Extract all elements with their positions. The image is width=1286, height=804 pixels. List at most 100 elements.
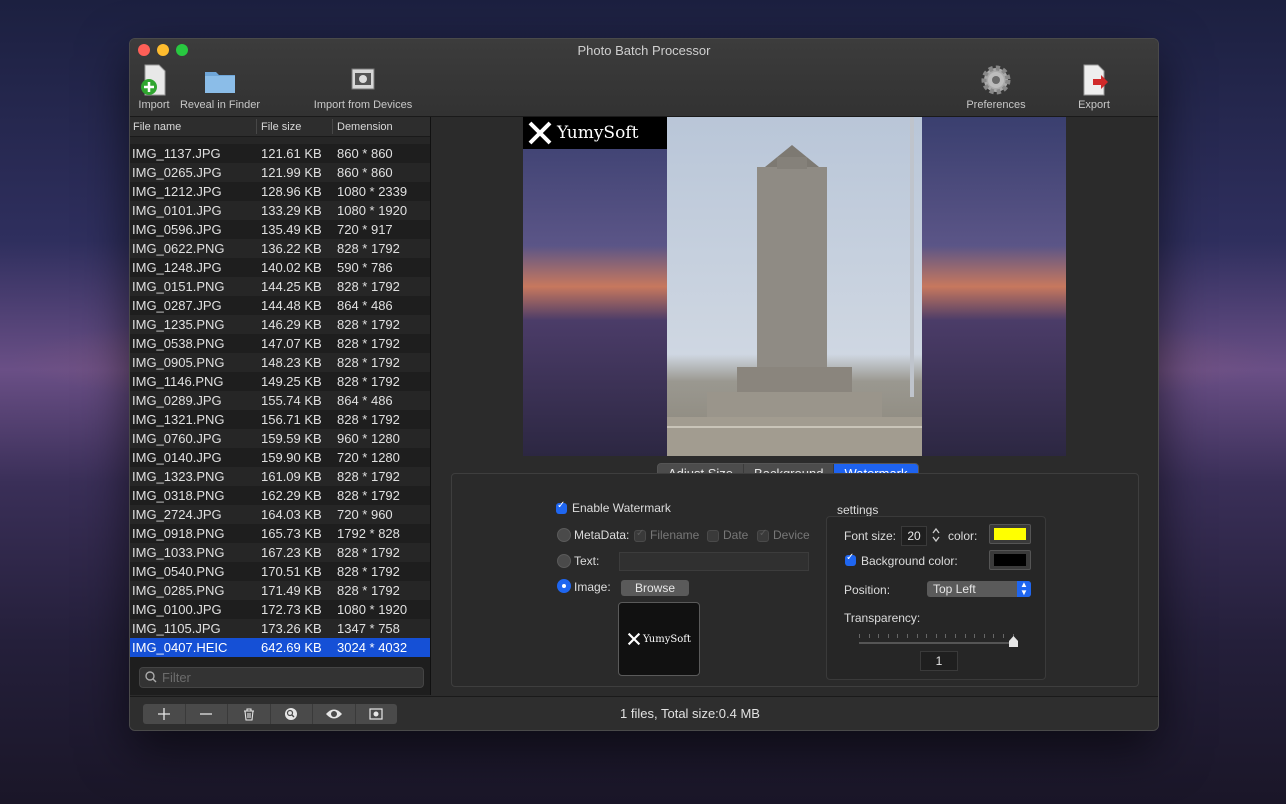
file-name-cell: IMG_0100.JPG: [132, 602, 222, 617]
file-size-cell: 172.73 KB: [261, 602, 322, 617]
table-row[interactable]: IMG_0905.PNG 148.23 KB 828 * 1792: [130, 353, 430, 372]
font-color-swatch[interactable]: [989, 524, 1031, 544]
table-row[interactable]: IMG_0287.JPG 144.48 KB 864 * 486: [130, 296, 430, 315]
thumbnail-text: YumySoft: [643, 633, 691, 645]
file-name-cell: IMG_0101.JPG: [132, 203, 222, 218]
table-row[interactable]: IMG_1235.PNG 146.29 KB 828 * 1792: [130, 315, 430, 334]
file-size-cell: 173.26 KB: [261, 621, 322, 636]
slider-tick: [955, 634, 956, 638]
file-name-cell: IMG_1212.JPG: [132, 184, 222, 199]
filename-checkbox[interactable]: [634, 528, 646, 542]
image-radio[interactable]: [557, 579, 571, 593]
status-text: 1 files, Total size:0.4 MB: [620, 706, 760, 721]
dimension-cell: 828 * 1792: [337, 545, 400, 560]
table-row[interactable]: IMG_0285.PNG 171.49 KB 828 * 1792: [130, 581, 430, 600]
background-color-checkbox[interactable]: [845, 552, 856, 566]
dimension-cell: 828 * 1792: [337, 279, 400, 294]
watermark-image-thumbnail[interactable]: YumySoft: [618, 602, 700, 676]
import-button[interactable]: Import: [136, 63, 172, 111]
enable-watermark-checkbox[interactable]: [556, 500, 567, 514]
file-size-cell: 144.48 KB: [261, 298, 322, 313]
table-row[interactable]: IMG_0540.PNG 170.51 KB 828 * 1792: [130, 562, 430, 581]
table-row[interactable]: IMG_1137.JPG 121.61 KB 860 * 860: [130, 144, 430, 163]
export-button[interactable]: Export: [1070, 63, 1118, 111]
slider-tick: [935, 634, 937, 638]
slider-tick: [993, 634, 995, 638]
table-row[interactable]: IMG_0760.JPG 159.59 KB 960 * 1280: [130, 429, 430, 448]
transparency-slider-knob[interactable]: [1009, 636, 1018, 647]
file-name-cell: IMG_1105.JPG: [132, 621, 221, 636]
table-row[interactable]: IMG_0151.PNG 144.25 KB 828 * 1792: [130, 277, 430, 296]
table-row[interactable]: IMG_1323.PNG 161.09 KB 828 * 1792: [130, 467, 430, 486]
table-row[interactable]: IMG_0101.JPG 133.29 KB 1080 * 1920: [130, 201, 430, 220]
background-color-swatch[interactable]: [989, 550, 1031, 570]
position-select[interactable]: Top Left ▲ ▼: [927, 581, 1031, 597]
table-row[interactable]: IMG_1212.JPG 128.96 KB 1080 * 2339: [130, 182, 430, 201]
file-name-cell: IMG_0760.JPG: [132, 431, 222, 446]
import-device-button[interactable]: [356, 704, 398, 724]
dimension-cell: 720 * 917: [337, 222, 393, 237]
delete-button[interactable]: [228, 704, 271, 724]
watermark-text-input[interactable]: [619, 552, 809, 571]
dimension-cell: 828 * 1792: [337, 412, 400, 427]
yumysoft-logo-icon: [627, 632, 641, 646]
column-header-dimension[interactable]: Demension: [337, 121, 393, 133]
table-row[interactable]: IMG_2724.JPG 164.03 KB 720 * 960: [130, 505, 430, 524]
file-name-cell: IMG_2724.JPG: [132, 507, 222, 522]
eye-icon: [325, 709, 342, 719]
file-name-cell: IMG_1323.PNG: [132, 469, 225, 484]
table-row[interactable]: IMG_0407.HEIC 642.69 KB 3024 * 4032: [130, 638, 430, 657]
table-row[interactable]: IMG_1248.JPG 140.02 KB 590 * 786: [130, 258, 430, 277]
remove-button[interactable]: [186, 704, 228, 724]
table-row[interactable]: IMG_1146.PNG 149.25 KB 828 * 1792: [130, 372, 430, 391]
transparency-slider-track[interactable]: [859, 642, 1017, 644]
file-name-cell: IMG_0289.JPG: [132, 393, 222, 408]
file-size-cell: 170.51 KB: [261, 564, 322, 579]
slider-tick: [964, 634, 966, 638]
column-header-file-name[interactable]: File name: [133, 121, 181, 133]
file-size-cell: 159.90 KB: [261, 450, 322, 465]
table-row[interactable]: IMG_0140.JPG 159.90 KB 720 * 1280: [130, 448, 430, 467]
dimension-cell: 864 * 486: [337, 298, 393, 313]
metadata-radio[interactable]: [557, 528, 571, 542]
table-row[interactable]: IMG_1033.PNG 167.23 KB 828 * 1792: [130, 543, 430, 562]
image-preview: YumySoft: [523, 117, 1066, 456]
preview-button[interactable]: [313, 704, 356, 724]
column-header-file-size[interactable]: File size: [261, 121, 301, 133]
table-row[interactable]: IMG_0596.JPG 135.49 KB 720 * 917: [130, 220, 430, 239]
reveal-in-finder-button[interactable]: Reveal in Finder: [177, 63, 263, 111]
file-name-cell: IMG_0151.PNG: [132, 279, 225, 294]
import-from-devices-button[interactable]: Import from Devices: [308, 63, 418, 111]
browse-button[interactable]: Browse: [621, 580, 689, 596]
font-size-input[interactable]: 20: [901, 526, 927, 546]
slider-tick: [859, 634, 860, 638]
table-row[interactable]: IMG_0622.PNG 136.22 KB 828 * 1792: [130, 239, 430, 258]
table-row[interactable]: IMG_0318.PNG 162.29 KB 828 * 1792: [130, 486, 430, 505]
table-row[interactable]: IMG_0100.JPG 172.73 KB 1080 * 1920: [130, 600, 430, 619]
table-row[interactable]: IMG_1105.JPG 173.26 KB 1347 * 758: [130, 619, 430, 638]
slider-tick: [974, 634, 976, 638]
table-row[interactable]: IMG_0538.PNG 147.07 KB 828 * 1792: [130, 334, 430, 353]
settings-box: Font size: 20 color: Background color: P…: [826, 516, 1046, 680]
table-row[interactable]: IMG_0918.PNG 165.73 KB 1792 * 828: [130, 524, 430, 543]
dimension-cell: 828 * 1792: [337, 564, 400, 579]
preferences-button[interactable]: Preferences: [962, 63, 1030, 111]
date-checkbox[interactable]: [707, 530, 719, 542]
file-name-cell: IMG_0540.PNG: [132, 564, 225, 579]
file-list-rows: IMG_1137.JPG 121.61 KB 860 * 860 IMG_0265.J…: [130, 137, 430, 669]
filter-field[interactable]: Filter: [139, 667, 424, 688]
file-size-cell: 162.29 KB: [261, 488, 322, 503]
transparency-value[interactable]: 1: [920, 651, 958, 671]
text-radio[interactable]: [557, 554, 571, 568]
device-checkbox[interactable]: [757, 528, 769, 542]
table-row[interactable]: IMG_0289.JPG 155.74 KB 864 * 486: [130, 391, 430, 410]
zoom-button[interactable]: [271, 704, 313, 724]
add-button[interactable]: [143, 704, 186, 724]
import-icon: [141, 64, 166, 96]
zoom-icon: [285, 708, 298, 720]
font-size-stepper[interactable]: [931, 526, 941, 544]
file-size-cell: 144.25 KB: [261, 279, 322, 294]
table-row[interactable]: IMG_1321.PNG 156.71 KB 828 * 1792: [130, 410, 430, 429]
dimension-cell: 1347 * 758: [337, 621, 400, 636]
table-row[interactable]: IMG_0265.JPG 121.99 KB 860 * 860: [130, 163, 430, 182]
